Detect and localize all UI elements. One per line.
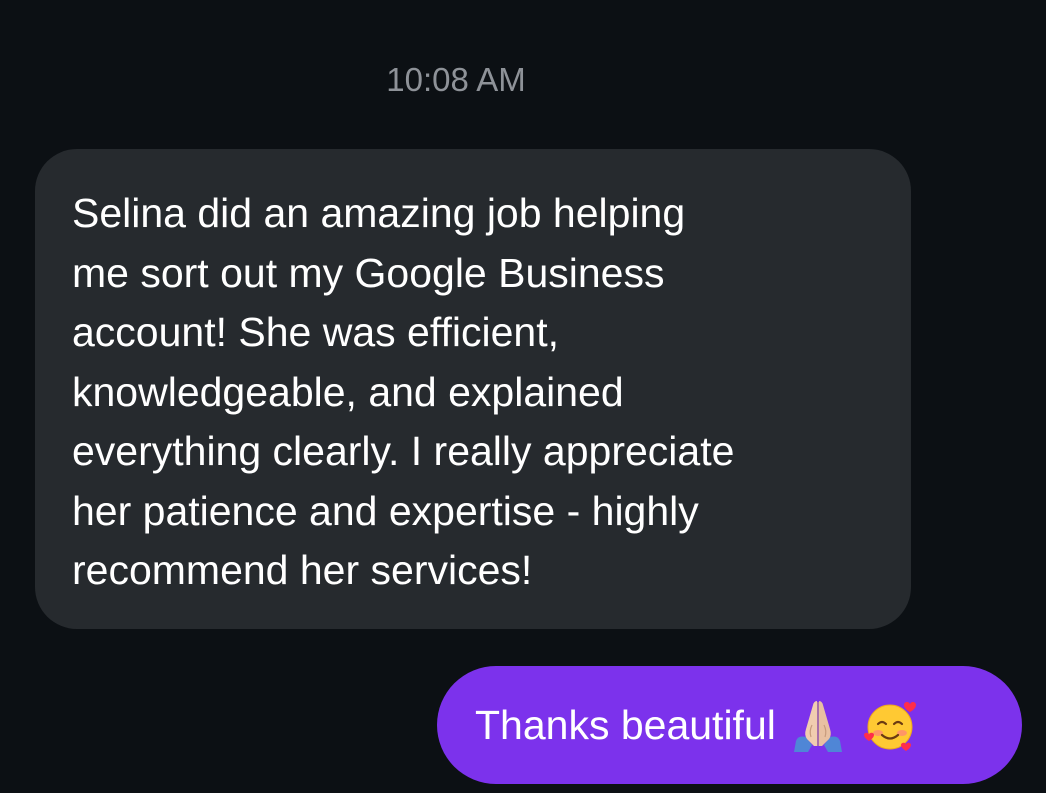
message-timestamp: 10:08 AM xyxy=(386,61,526,98)
smiling-face-with-hearts-icon xyxy=(860,695,920,755)
outgoing-message-text: Thanks beautiful xyxy=(475,702,776,748)
outgoing-message-bubble[interactable]: Thanks beautiful xyxy=(437,666,1022,784)
incoming-message-text: Selina did an amazing job helping me sor… xyxy=(72,190,735,593)
incoming-message-bubble[interactable]: Selina did an amazing job helping me sor… xyxy=(35,149,911,629)
folded-hands-icon xyxy=(788,695,848,755)
